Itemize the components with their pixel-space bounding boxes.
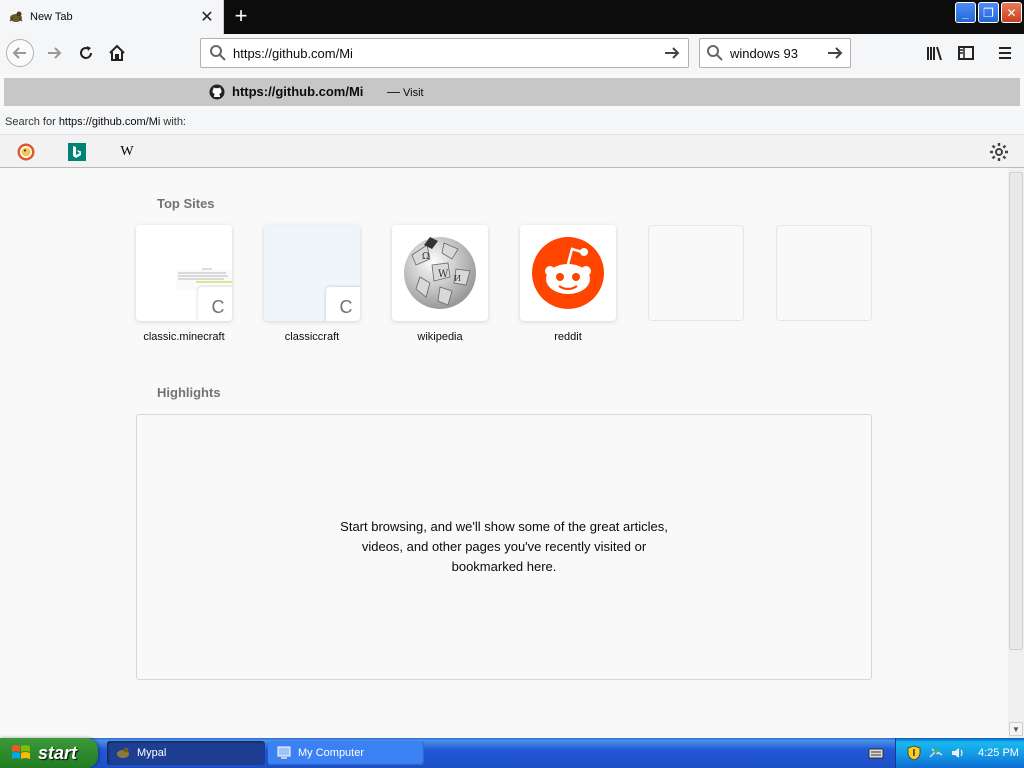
windows-logo-icon [12,745,30,759]
search-input[interactable]: windows 93 [730,46,825,61]
autocomplete-dash: — [387,84,400,99]
search-with-row: Search for https://github.com/Mi with: [0,110,1024,134]
mypal-icon [117,747,129,758]
vertical-scrollbar[interactable]: ▼ [1008,168,1024,738]
home-icon [109,44,125,61]
start-button[interactable]: start [0,738,98,768]
svg-text:W: W [438,269,449,280]
site-thumbnail: C [136,225,232,321]
taskbar-item-label: My Computer [298,747,365,759]
sidebar-icon [958,46,974,60]
search-with-label: Search for https://github.com/Mi with: [5,116,186,128]
empty-top-site-slot [648,225,744,321]
minimize-button[interactable]: _ [955,2,976,23]
search-icon [707,45,723,61]
start-label: start [38,742,78,763]
back-arrow-icon [12,47,26,59]
url-input[interactable]: https://github.com/Mi [233,46,662,61]
home-button[interactable] [103,39,131,67]
keyboard-icon[interactable] [868,745,884,761]
svg-text:И: И [454,274,461,283]
empty-site-placeholder [776,225,872,321]
restore-button[interactable]: ❐ [978,2,999,23]
duckduckgo-icon [17,143,35,161]
empty-top-site-slot [776,225,872,321]
one-off-search-engines: W [0,134,1024,168]
search-icon [210,45,226,61]
github-icon [209,84,225,100]
site-letter-badge: C [198,287,232,321]
library-icon [927,46,942,61]
scrollbar-thumb[interactable] [1009,172,1023,650]
tab-title: New Tab [30,11,73,23]
new-tab-page: Top Sites C classic.minecraft C classicc… [0,168,1008,738]
site-thumbnail: C [264,225,360,321]
top-site-tile[interactable]: Ω W И wikipedia [392,225,488,343]
system-tray: 4:25 PM [895,738,1024,768]
taskbar-item-label: Mypal [137,747,167,759]
clock[interactable]: 4:25 PM [978,747,1019,759]
site-thumbnail: Ω W И [392,225,488,321]
wikipedia-globe-icon: Ω W И [404,237,476,309]
autocomplete-url: https://github.com/Mi [232,84,364,99]
empty-site-placeholder [648,225,744,321]
autocomplete-visit-label: Visit [403,87,424,99]
window-controls: _ ❐ ✕ [955,2,1022,23]
back-button[interactable] [6,39,34,67]
scroll-down-arrow-icon[interactable]: ▼ [1009,722,1023,736]
navigation-toolbar: https://github.com/Mi windows 93 [0,34,1024,74]
site-thumbnail [520,225,616,321]
duckduckgo-engine-button[interactable] [17,143,35,161]
search-bar[interactable]: windows 93 [699,38,851,68]
mypal-icon [9,11,23,22]
my-computer-icon [277,746,291,759]
top-sites-heading: Top Sites [157,196,215,211]
site-label: wikipedia [417,331,463,343]
sidebar-button[interactable] [952,39,980,67]
gear-icon[interactable] [989,142,1009,162]
go-arrow-icon[interactable] [662,43,682,63]
site-label: reddit [554,331,582,343]
autocomplete-visit-row[interactable]: https://github.com/Mi — Visit [4,78,1020,106]
close-window-button[interactable]: ✕ [1001,2,1022,23]
svg-text:Ω: Ω [422,252,429,262]
reload-button[interactable] [72,39,100,67]
tab-strip: New Tab ✕ + _ ❐ ✕ [0,0,1024,34]
forward-arrow-icon [48,47,62,59]
network-icon[interactable] [928,745,944,761]
site-label: classiccraft [284,331,340,343]
security-shield-icon[interactable] [906,745,922,761]
new-tab-button[interactable]: + [229,4,253,28]
top-site-tile[interactable]: C classiccraft [264,225,360,343]
top-site-tile[interactable]: reddit [520,225,616,343]
taskbar-item-mypal[interactable]: Mypal [107,741,265,765]
windows-taskbar: start Mypal My Computer 4:25 PM [0,738,1024,768]
highlights-heading: Highlights [157,385,221,400]
bing-engine-button[interactable] [68,143,86,161]
menu-button[interactable] [991,39,1019,67]
volume-icon[interactable] [950,745,966,761]
bing-icon [68,143,86,161]
search-go-arrow-icon[interactable] [825,43,845,63]
top-site-tile[interactable]: C classic.minecraft [136,225,232,343]
hamburger-menu-icon [999,47,1011,59]
tab-new-tab[interactable]: New Tab ✕ [0,0,224,34]
reload-icon [80,46,92,59]
library-button[interactable] [921,39,949,67]
url-bar[interactable]: https://github.com/Mi [200,38,689,68]
wikipedia-engine-button[interactable]: W [118,143,136,161]
reddit-icon [532,237,604,309]
highlights-empty-message: Start browsing, and we'll show some of t… [340,519,668,574]
forward-button[interactable] [40,39,68,67]
site-letter-badge: C [326,287,360,321]
taskbar-item-my-computer[interactable]: My Computer [268,741,424,765]
site-label: classic.minecraft [143,331,225,343]
highlights-empty-state: Start browsing, and we'll show some of t… [136,414,872,680]
tab-close-icon[interactable]: ✕ [199,9,215,26]
